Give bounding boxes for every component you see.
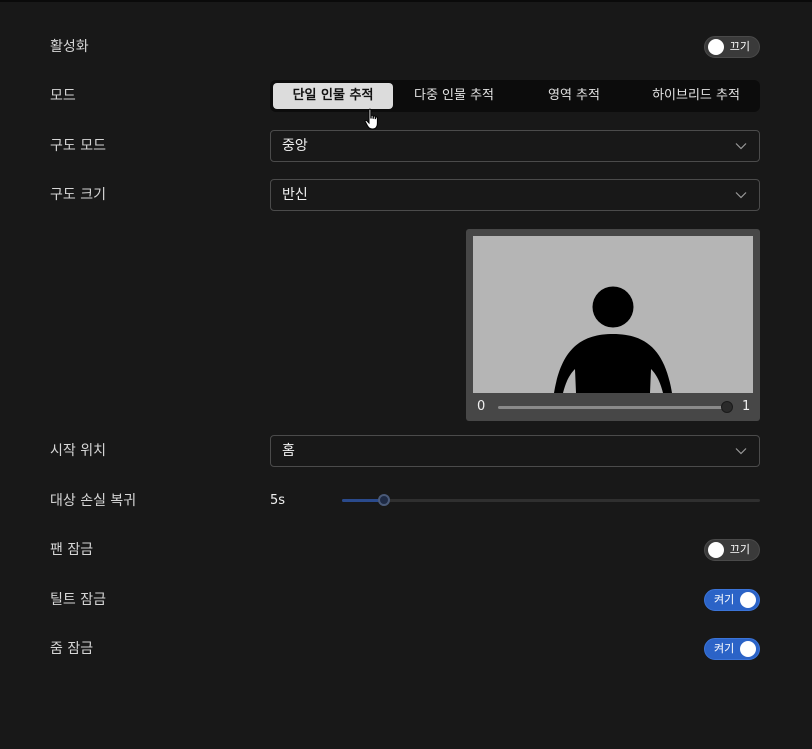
pan-lock-label: 팬 잠금	[50, 542, 94, 558]
mode-label: 모드	[50, 88, 76, 104]
composition-preview: 0 1	[466, 229, 760, 421]
top-border	[0, 0, 812, 2]
preview-slider-thumb[interactable]	[721, 401, 733, 413]
preview-max-label: 1	[742, 399, 751, 414]
toggle-knob	[740, 592, 756, 608]
chevron-down-icon	[735, 448, 747, 455]
target-loss-recovery-label: 대상 손실 복귀	[50, 493, 137, 509]
chevron-down-icon	[735, 143, 747, 150]
preview-frame	[473, 236, 753, 393]
mode-segmented-control: 단일 인물 추적 다중 인물 추적 영역 추적 하이브리드 추적	[270, 80, 760, 112]
start-position-value: 홈	[282, 443, 295, 459]
start-position-select[interactable]: 홈	[270, 435, 760, 467]
chevron-down-icon	[735, 192, 747, 199]
mode-option-multi-person[interactable]: 다중 인물 추적	[395, 83, 513, 109]
toggle-text: 켜기	[714, 593, 735, 606]
composition-size-select[interactable]: 반신	[270, 179, 760, 211]
toggle-knob	[708, 542, 724, 558]
tilt-lock-label: 틸트 잠금	[50, 592, 106, 608]
pan-lock-toggle[interactable]: 끄기	[704, 539, 760, 561]
composition-size-label: 구도 크기	[50, 187, 106, 203]
composition-mode-value: 중앙	[282, 138, 308, 154]
toggle-text: 끄기	[729, 40, 750, 53]
mode-option-single-person[interactable]: 단일 인물 추적	[273, 83, 393, 109]
preview-slider-track[interactable]	[498, 406, 728, 409]
hand-pointer-icon	[364, 108, 378, 130]
target-loss-recovery-value: 5s	[270, 493, 286, 508]
person-silhouette-icon	[554, 286, 672, 393]
enable-label: 활성화	[50, 39, 89, 55]
zoom-lock-label: 줌 잠금	[50, 641, 94, 657]
composition-mode-label: 구도 모드	[50, 138, 106, 154]
preview-min-label: 0	[477, 399, 486, 414]
composition-size-value: 반신	[282, 187, 308, 203]
toggle-text: 켜기	[714, 642, 735, 655]
composition-mode-select[interactable]: 중앙	[270, 130, 760, 162]
tilt-lock-toggle[interactable]: 켜기	[704, 589, 760, 611]
mode-option-region[interactable]: 영역 추적	[515, 83, 633, 109]
mode-option-hybrid[interactable]: 하이브리드 추적	[635, 83, 757, 109]
target-loss-recovery-track[interactable]	[342, 499, 760, 502]
target-loss-recovery-thumb[interactable]	[377, 494, 390, 506]
enable-toggle[interactable]: 끄기	[704, 36, 760, 58]
zoom-lock-toggle[interactable]: 켜기	[704, 638, 760, 660]
start-position-label: 시작 위치	[50, 443, 106, 459]
toggle-text: 끄기	[729, 543, 750, 556]
toggle-knob	[740, 641, 756, 657]
toggle-knob	[708, 39, 724, 55]
